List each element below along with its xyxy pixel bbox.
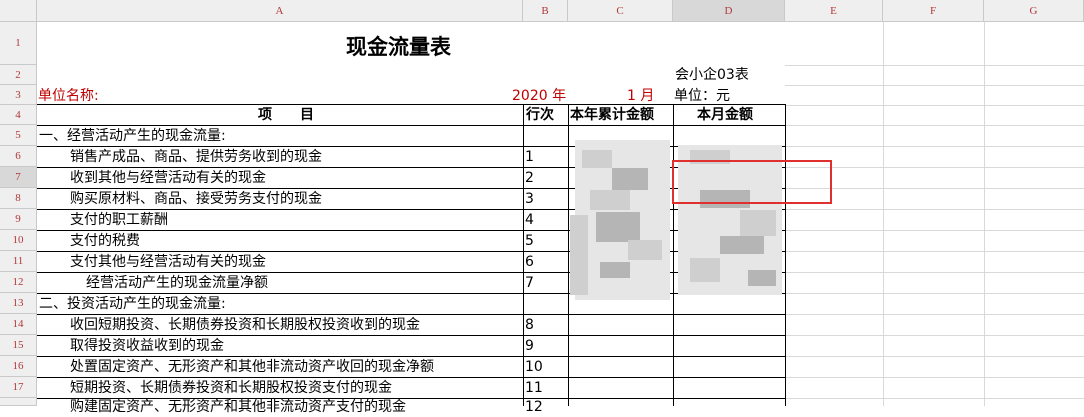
col-title-line-no: 行次 [526, 107, 554, 123]
item-line: 11 [525, 380, 543, 396]
col-title-month: 本月金额 [697, 107, 753, 123]
column-header-d[interactable]: D [673, 0, 785, 22]
item-label: 支付的税费 [70, 233, 140, 249]
gridline [785, 125, 1084, 126]
item-line: 9 [525, 338, 534, 354]
gridline [785, 314, 1084, 315]
row-header[interactable]: 4 [0, 105, 37, 125]
gridline [785, 377, 1084, 378]
gridline [785, 65, 1084, 66]
table-border [523, 104, 524, 406]
gridline [785, 85, 1084, 86]
item-line: 12 [525, 399, 543, 415]
item-label: 二、投资活动产生的现金流量: [39, 296, 226, 312]
column-header-g[interactable]: G [984, 0, 1084, 22]
gridline [785, 251, 1084, 252]
row-header[interactable]: 9 [0, 209, 37, 230]
item-label: 销售产成品、商品、提供劳务收到的现金 [70, 149, 322, 165]
item-line: 4 [525, 212, 534, 228]
row-header[interactable]: 6 [0, 146, 37, 167]
highlight-box [672, 160, 832, 204]
select-all-corner[interactable] [0, 0, 37, 22]
column-header-f[interactable]: F [883, 0, 984, 22]
sheet-title: 现金流量表 [346, 35, 451, 59]
item-line: 1 [525, 149, 534, 165]
column-header-c[interactable]: C [568, 0, 673, 22]
item-label: 取得投资收益收到的现金 [70, 338, 224, 354]
item-line: 7 [525, 275, 534, 291]
item-label: 经营活动产生的现金流量净额 [86, 275, 268, 291]
gridline [785, 230, 1084, 231]
column-header-a[interactable]: A [37, 0, 523, 22]
col-title-ytd: 本年累计金额 [570, 107, 654, 123]
item-line: 8 [525, 317, 534, 333]
gridline [785, 398, 1084, 399]
table-border [785, 104, 786, 406]
row-header[interactable]: 17 [0, 377, 37, 398]
item-label: 一、经营活动产生的现金流量: [39, 128, 226, 144]
item-label: 购建固定资产、无形资产和其他非流动资产支付的现金 [70, 399, 406, 415]
column-header-b[interactable]: B [523, 0, 568, 22]
row-header[interactable]: 5 [0, 125, 37, 146]
item-line: 2 [525, 170, 534, 186]
row-header-partial[interactable] [0, 398, 37, 406]
gridline [785, 105, 1084, 106]
row-header[interactable]: 7 [0, 167, 37, 188]
row-header[interactable]: 15 [0, 335, 37, 356]
row-header[interactable]: 13 [0, 293, 37, 314]
col-title-item: 项 目 [258, 107, 314, 123]
year-label: 2020 年 [512, 88, 567, 104]
row-header[interactable]: 2 [0, 65, 37, 85]
gridline [984, 22, 985, 406]
row-header[interactable]: 8 [0, 188, 37, 209]
unit-name-label: 单位名称: [38, 88, 99, 104]
item-label: 收回短期投资、长期债券投资和长期股权投资收到的现金 [70, 317, 420, 333]
item-label: 购买原材料、商品、接受劳务支付的现金 [70, 191, 322, 207]
row-header[interactable]: 11 [0, 251, 37, 272]
gridline [785, 356, 1084, 357]
gridline [785, 335, 1084, 336]
table-border [673, 104, 674, 406]
item-line: 5 [525, 233, 534, 249]
gridline [785, 146, 1084, 147]
table-border [568, 104, 569, 406]
item-line: 10 [525, 359, 543, 375]
form-code: 会小企03表 [675, 67, 749, 83]
row-header[interactable]: 10 [0, 230, 37, 251]
unit-label: 单位：元 [674, 88, 730, 104]
item-label: 支付其他与经营活动有关的现金 [70, 254, 266, 270]
item-label: 处置固定资产、无形资产和其他非流动资产收回的现金净额 [70, 359, 434, 375]
item-line: 3 [525, 191, 534, 207]
item-label: 支付的职工薪酬 [70, 212, 168, 228]
row-header[interactable]: 12 [0, 272, 37, 293]
row-header[interactable]: 1 [0, 22, 37, 65]
month-label: 1 月 [627, 88, 655, 104]
item-label: 收到其他与经营活动有关的现金 [70, 170, 266, 186]
gridline [785, 293, 1084, 294]
gridline [883, 22, 884, 406]
item-label: 短期投资、长期债券投资和长期股权投资支付的现金 [70, 380, 392, 396]
row-header[interactable]: 16 [0, 356, 37, 377]
column-header-e[interactable]: E [785, 0, 883, 22]
gridline [785, 272, 1084, 273]
item-line: 6 [525, 254, 534, 270]
gridline [785, 209, 1084, 210]
row-header[interactable]: 14 [0, 314, 37, 335]
row-header[interactable]: 3 [0, 85, 37, 105]
